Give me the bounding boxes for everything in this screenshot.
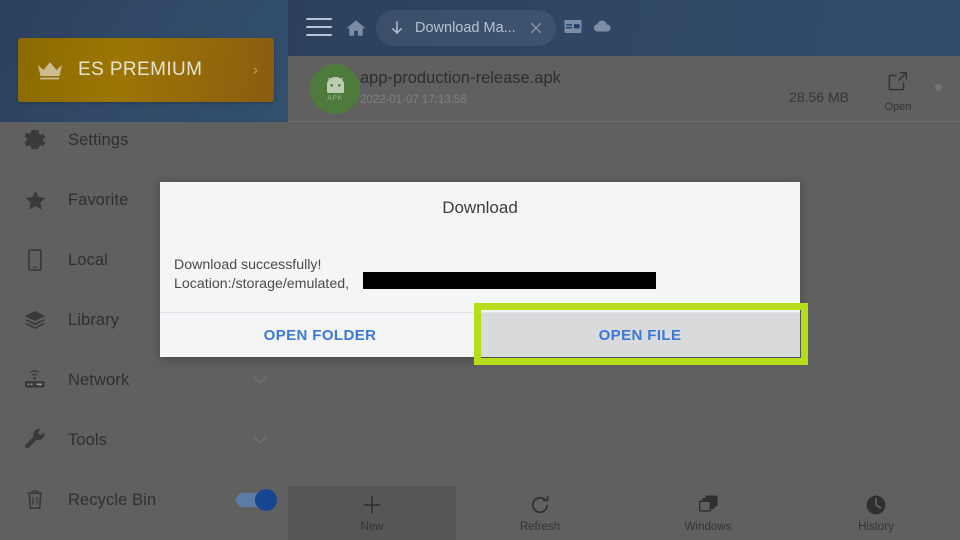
apk-badge-label: APK — [327, 94, 343, 102]
open-file-action[interactable]: Open — [876, 70, 920, 113]
bottom-nav-windows[interactable]: Windows — [624, 486, 792, 540]
recycle-bin-toggle[interactable] — [236, 489, 277, 511]
home-icon[interactable] — [345, 18, 367, 38]
sidebar-item-label: Recycle Bin — [68, 490, 157, 509]
cloud-icon[interactable] — [593, 19, 612, 34]
layers-icon — [20, 305, 50, 335]
bottom-nav-label: History — [858, 520, 894, 533]
chevron-right-icon: › — [253, 61, 258, 79]
open-action-label: Open — [884, 101, 912, 113]
windows-stack-icon — [696, 494, 720, 516]
gear-icon — [20, 125, 50, 155]
sidebar-item-label: Local — [68, 250, 108, 269]
bottom-nav-new[interactable]: New — [288, 486, 456, 540]
bottom-navigation: New Refresh Windows History — [288, 486, 960, 540]
sidebar-item-label: Library — [68, 310, 120, 329]
sidebar-item-tools[interactable]: Tools — [0, 410, 288, 470]
sidebar-item-network[interactable]: Network — [0, 350, 288, 410]
clock-icon — [865, 494, 887, 516]
file-name: app-production-release.apk — [360, 69, 561, 87]
bottom-nav-history[interactable]: History — [792, 486, 960, 540]
sidebar-item-label: Network — [68, 370, 130, 389]
tab-download-manager[interactable]: Download Ma... — [376, 10, 556, 46]
chevron-down-icon[interactable] — [252, 376, 268, 385]
crown-icon — [36, 59, 64, 81]
bottom-nav-label: Windows — [684, 520, 732, 533]
plus-icon — [360, 494, 384, 516]
star-icon — [20, 185, 50, 215]
phone-icon — [20, 245, 50, 275]
redacted-path-bar — [363, 272, 656, 289]
sidebar-item-label: Tools — [68, 430, 108, 449]
file-size: 28.56 MB — [789, 89, 849, 105]
sidebar-item-settings[interactable]: Settings — [0, 110, 288, 170]
router-icon — [20, 365, 50, 395]
dialog-title: Download — [442, 198, 518, 217]
file-date: 2022-01-07 17:13:58 — [360, 94, 467, 106]
bottom-nav-label: New — [360, 520, 384, 533]
chevron-down-icon[interactable] — [252, 436, 268, 445]
toggle-knob — [255, 489, 277, 511]
close-icon[interactable] — [528, 20, 544, 36]
es-premium-label: ES PREMIUM — [78, 59, 203, 80]
es-premium-banner[interactable]: ES PREMIUM › — [18, 38, 274, 102]
external-link-icon — [887, 70, 909, 97]
trash-icon — [20, 485, 50, 515]
bottom-nav-refresh[interactable]: Refresh — [456, 486, 624, 540]
tab-title: Download Ma... — [415, 20, 516, 36]
row-divider — [288, 121, 960, 122]
refresh-icon — [529, 494, 551, 516]
download-arrow-icon — [388, 19, 406, 37]
sidebar-item-label: Favorite — [68, 190, 129, 209]
wrench-icon — [20, 425, 50, 455]
windows-icon[interactable] — [564, 19, 582, 34]
bottom-nav-label: Refresh — [519, 520, 561, 533]
open-folder-button[interactable]: OPEN FOLDER — [160, 313, 480, 357]
sidebar-item-label: Settings — [68, 130, 129, 149]
apk-file-icon: APK — [310, 64, 360, 114]
sidebar-item-recycle-bin[interactable]: Recycle Bin — [0, 470, 288, 530]
open-file-button[interactable]: OPEN FILE — [480, 313, 800, 357]
hamburger-icon[interactable] — [306, 16, 332, 38]
download-dialog: Download Download successfully! Location… — [160, 182, 800, 357]
row-status-dot — [935, 84, 942, 91]
file-list-row[interactable]: APK app-production-release.apk 2022-01-0… — [288, 56, 960, 122]
